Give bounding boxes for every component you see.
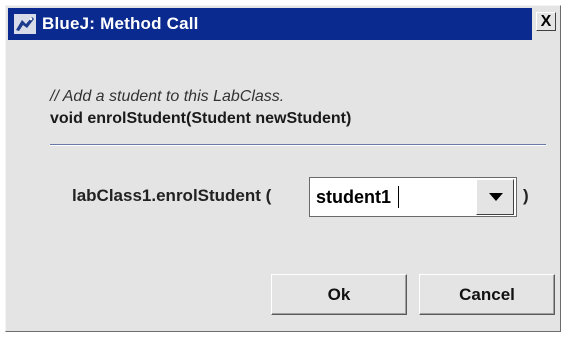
text-cursor	[398, 186, 399, 208]
method-call-dialog: BlueJ: Method Call X // Add a student to…	[5, 5, 561, 332]
argument-combobox[interactable]	[309, 177, 517, 217]
ok-button[interactable]: Ok	[271, 274, 407, 315]
cancel-button[interactable]: Cancel	[419, 274, 555, 315]
close-button[interactable]: X	[536, 12, 556, 31]
title-bar[interactable]: BlueJ: Method Call	[8, 8, 532, 40]
dropdown-arrow-button[interactable]	[476, 179, 514, 215]
chevron-down-icon	[489, 193, 503, 201]
method-call-suffix: )	[523, 186, 529, 205]
method-signature: void enrolStudent(Student newStudent)	[50, 110, 352, 127]
method-comment: // Add a student to this LabClass.	[50, 88, 285, 105]
argument-input[interactable]	[310, 178, 480, 216]
close-icon: X	[540, 13, 552, 30]
method-call-prefix: labClass1.enrolStudent (	[72, 186, 272, 205]
divider	[50, 144, 546, 146]
window-title: BlueJ: Method Call	[42, 14, 199, 33]
bluej-bird-icon	[14, 14, 36, 34]
